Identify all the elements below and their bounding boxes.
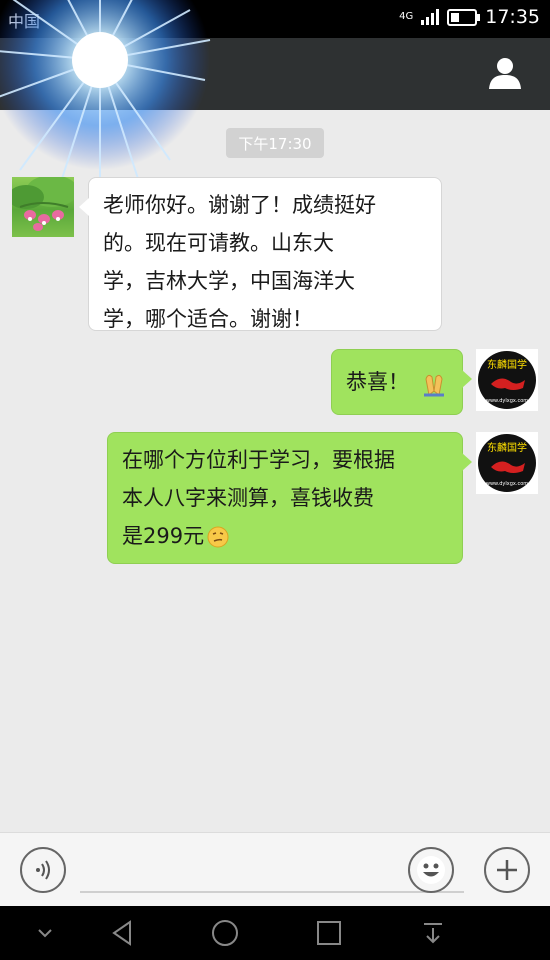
- recents-icon[interactable]: [314, 918, 344, 948]
- message-bubble-outgoing[interactable]: 恭喜！: [331, 349, 472, 415]
- carrier-label: 中国: [8, 12, 41, 31]
- chat-header: [0, 38, 550, 110]
- input-bar: [0, 832, 550, 907]
- voice-icon[interactable]: [20, 847, 66, 893]
- clock-label: 17:35: [485, 6, 540, 28]
- smirk-face-icon: [207, 526, 229, 548]
- smiley-icon[interactable]: [408, 847, 454, 893]
- signal-icon: [421, 9, 440, 25]
- back-icon[interactable]: [108, 918, 138, 948]
- message-bubble-outgoing[interactable]: 在哪个方位利于学习，要根据 本人八字来测算，喜钱收费 是299元: [107, 432, 472, 564]
- message-bubble-incoming[interactable]: 老师你好。谢谢了！成绩挺好 的。现在可请教。山东大 学，吉林大学，中国海洋大 学…: [79, 177, 442, 331]
- network-type-label: 4G: [399, 11, 414, 22]
- avatar-brand-text: 东麟国学: [487, 358, 527, 371]
- person-icon[interactable]: [488, 56, 522, 90]
- plus-icon[interactable]: [484, 847, 530, 893]
- flower-image: [12, 177, 74, 231]
- my-avatar[interactable]: 东麟国学 www.dylxgx.com: [476, 432, 538, 494]
- battery-icon: [447, 8, 481, 26]
- contact-avatar[interactable]: [12, 177, 74, 237]
- message-text: 老师你好。谢谢了！成绩挺好 的。现在可请教。山东大 学，吉林大学，中国海洋大 学…: [103, 193, 376, 331]
- folded-hands-icon: [423, 374, 444, 397]
- chevron-down-icon[interactable]: [30, 918, 60, 948]
- avatar-site-text: www.dylxgx.com: [486, 481, 528, 487]
- notification-pulldown-icon[interactable]: [418, 918, 448, 948]
- system-nav-bar: [0, 906, 550, 960]
- my-avatar[interactable]: 东麟国学 www.dylxgx.com: [476, 349, 538, 411]
- avatar-site-text: www.dylxgx.com: [486, 398, 528, 404]
- status-bar: 中国 4G 17:35: [0, 0, 550, 38]
- home-icon[interactable]: [210, 918, 240, 948]
- dragon-logo-icon: 东麟国学 www.dylxgx.com: [478, 351, 536, 409]
- message-timestamp: 下午17:30: [226, 128, 324, 158]
- message-input[interactable]: [80, 891, 464, 893]
- dragon-logo-icon: 东麟国学 www.dylxgx.com: [478, 434, 536, 492]
- avatar-brand-text: 东麟国学: [487, 441, 527, 454]
- message-text: 在哪个方位利于学习，要根据 本人八字来测算，喜钱收费 是299元: [122, 448, 395, 548]
- message-text: 恭喜！: [346, 370, 409, 394]
